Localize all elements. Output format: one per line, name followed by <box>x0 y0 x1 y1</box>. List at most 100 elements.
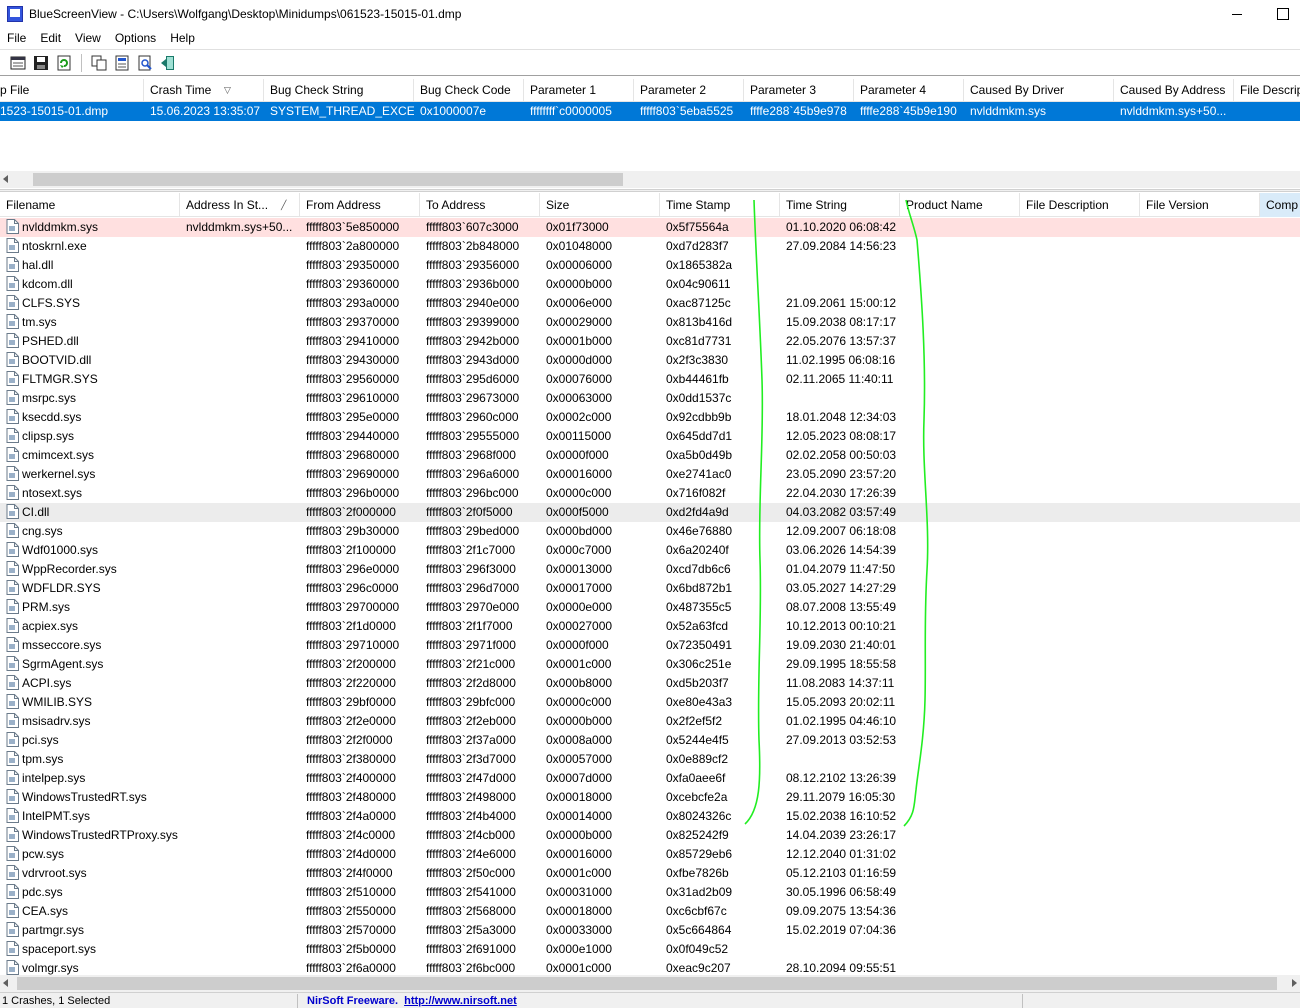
driver-row[interactable]: ntoskrnl.exe fffff803`2a800000 fffff803`2b… <box>0 237 1300 256</box>
menu-view[interactable]: View <box>68 31 108 45</box>
col-to-address[interactable]: To Address <box>420 193 540 217</box>
driver-row[interactable]: cng.sys fffff803`29b30000 fffff803`29bed00… <box>0 522 1300 541</box>
col-bug-check-string[interactable]: Bug Check String <box>264 79 414 102</box>
cell-from-address: fffff803`29360000 <box>306 277 400 291</box>
col-caused-by-driver[interactable]: Caused By Driver <box>964 79 1114 102</box>
driver-row[interactable]: pcw.sys fffff803`2f4d0000 fffff803`2f4e600… <box>0 845 1300 864</box>
col-company[interactable]: Comp <box>1260 193 1300 217</box>
col-dump-file[interactable]: p File <box>0 79 144 102</box>
col-file-version[interactable]: File Version <box>1140 193 1260 217</box>
driver-row[interactable]: WDFLDR.SYS fffff803`296c0000 fffff803`296d… <box>0 579 1300 598</box>
col-filename[interactable]: Filename <box>0 193 180 217</box>
driver-row[interactable]: msseccore.sys fffff803`29710000 fffff803`2… <box>0 636 1300 655</box>
driver-row[interactable]: msrpc.sys fffff803`29610000 fffff803`29673… <box>0 389 1300 408</box>
cell-to-address: fffff803`2971f000 <box>426 638 516 652</box>
minimize-button[interactable] <box>1214 0 1260 28</box>
col-size[interactable]: Size <box>540 193 660 217</box>
driver-row[interactable]: PSHED.dll fffff803`29410000 fffff803`2942b… <box>0 332 1300 351</box>
lower-horizontal-scrollbar[interactable] <box>0 975 1300 992</box>
driver-row[interactable]: partmgr.sys fffff803`2f570000 fffff803`2f5… <box>0 921 1300 940</box>
driver-row[interactable]: nvlddmkm.sys nvlddmkm.sys+50... fffff803`5… <box>0 218 1300 237</box>
crash-dump-row[interactable]: 1523-15015-01.dmp 15.06.2023 13:35:07 SY… <box>0 102 1300 121</box>
col-parameter-1[interactable]: Parameter 1 <box>524 79 634 102</box>
driver-row[interactable]: werkernel.sys fffff803`29690000 fffff803`2… <box>0 465 1300 484</box>
col-parameter-2[interactable]: Parameter 2 <box>634 79 744 102</box>
driver-row[interactable]: vdrvroot.sys fffff803`2f4f0000 fffff803`2f… <box>0 864 1300 883</box>
driver-row[interactable]: cmimcext.sys fffff803`29680000 fffff803`29… <box>0 446 1300 465</box>
driver-row[interactable]: CEA.sys fffff803`2f550000 fffff803`2f56800… <box>0 902 1300 921</box>
driver-row[interactable]: acpiex.sys fffff803`2f1d0000 fffff803`2f1f… <box>0 617 1300 636</box>
col-time-stamp[interactable]: Time Stamp <box>660 193 780 217</box>
col-address-in-stack[interactable]: Address In St... ╱ <box>180 193 300 217</box>
driver-row[interactable]: FLTMGR.SYS fffff803`29560000 fffff803`295d… <box>0 370 1300 389</box>
driver-row[interactable]: kdcom.dll fffff803`29360000 fffff803`2936b… <box>0 275 1300 294</box>
driver-row[interactable]: CI.dll fffff803`2f000000 fffff803`2f0f5000… <box>0 503 1300 522</box>
maximize-button[interactable] <box>1260 0 1300 28</box>
driver-row[interactable]: WindowsTrustedRTProxy.sys fffff803`2f4c00… <box>0 826 1300 845</box>
menu-options[interactable]: Options <box>108 31 163 45</box>
col-parameter-4[interactable]: Parameter 4 <box>854 79 964 102</box>
filename-label: intelpep.sys <box>22 771 86 785</box>
driver-row[interactable]: intelpep.sys fffff803`2f400000 fffff803`2f… <box>0 769 1300 788</box>
cell-time-string: 27.09.2013 03:52:53 <box>786 733 897 747</box>
cell-filename: PSHED.dll <box>0 332 180 351</box>
driver-row[interactable]: WMILIB.SYS fffff803`29bf0000 fffff803`29bf… <box>0 693 1300 712</box>
driver-row[interactable]: ACPI.sys fffff803`2f220000 fffff803`2f2d80… <box>0 674 1300 693</box>
col-parameter-3[interactable]: Parameter 3 <box>744 79 854 102</box>
filename-label: pdc.sys <box>22 885 63 899</box>
scroll-left-icon[interactable] <box>3 979 8 987</box>
cell-to-address: fffff803`29399000 <box>426 315 520 329</box>
cell-address-in-stack <box>180 636 300 655</box>
filename-label: pci.sys <box>22 733 59 747</box>
copy-icon[interactable] <box>91 55 107 71</box>
col-caused-by-address[interactable]: Caused By Address <box>1114 79 1234 102</box>
col-crash-time[interactable]: Crash Time ▽ <box>144 79 264 102</box>
menu-file[interactable]: File <box>0 31 33 45</box>
scroll-left-icon[interactable] <box>3 175 8 183</box>
driver-row[interactable]: WindowsTrustedRT.sys fffff803`2f480000 fff… <box>0 788 1300 807</box>
driver-row[interactable]: pci.sys fffff803`2f2f0000 fffff803`2f37a00… <box>0 731 1300 750</box>
driver-row[interactable]: PRM.sys fffff803`29700000 fffff803`2970e00… <box>0 598 1300 617</box>
driver-row[interactable]: clipsp.sys fffff803`29440000 fffff803`2955… <box>0 427 1300 446</box>
col-from-address[interactable]: From Address <box>300 193 420 217</box>
driver-row[interactable]: tpm.sys fffff803`2f380000 fffff803`2f3d700… <box>0 750 1300 769</box>
driver-row[interactable]: Wdf01000.sys fffff803`2f100000 fffff803`2f… <box>0 541 1300 560</box>
pane-splitter[interactable] <box>0 189 1300 192</box>
driver-row[interactable]: SgrmAgent.sys fffff803`2f200000 fffff803`2… <box>0 655 1300 674</box>
refresh-icon[interactable] <box>56 55 72 71</box>
scrollbar-thumb[interactable] <box>33 173 623 186</box>
driver-row[interactable]: hal.dll fffff803`29350000 fffff803`2935600… <box>0 256 1300 275</box>
driver-row[interactable]: WppRecorder.sys fffff803`296e0000 fffff803… <box>0 560 1300 579</box>
nirsoft-link[interactable]: NirSoft Freeware. http://www.nirsoft.net <box>307 995 517 1007</box>
driver-row[interactable]: IntelPMT.sys fffff803`2f4a0000 fffff803`2f… <box>0 807 1300 826</box>
html-report-icon[interactable] <box>114 55 130 71</box>
col-bug-check-code[interactable]: Bug Check Code <box>414 79 524 102</box>
driver-row[interactable]: BOOTVID.dll fffff803`29430000 fffff803`294… <box>0 351 1300 370</box>
nirsoft-url[interactable]: http://www.nirsoft.net <box>404 995 517 1007</box>
driver-row[interactable]: ksecdd.sys fffff803`295e0000 fffff803`2960… <box>0 408 1300 427</box>
cell-address-in-stack <box>180 655 300 674</box>
driver-row[interactable]: tm.sys fffff803`29370000 fffff803`29399000… <box>0 313 1300 332</box>
filename-label: clipsp.sys <box>22 429 75 443</box>
properties-icon[interactable] <box>10 55 26 71</box>
save-icon[interactable] <box>33 55 49 71</box>
col-file-description[interactable]: File Descrip <box>1234 79 1300 102</box>
menu-help[interactable]: Help <box>163 31 202 45</box>
scroll-right-icon[interactable] <box>1292 979 1297 987</box>
cell-to-address: fffff803`2f498000 <box>426 790 516 804</box>
driver-row[interactable]: CLFS.SYS fffff803`293a0000 fffff803`2940e0… <box>0 294 1300 313</box>
col-file-description[interactable]: File Description <box>1020 193 1140 217</box>
driver-row[interactable]: volmgr.sys fffff803`2f6a0000 fffff803`2f6b… <box>0 959 1300 975</box>
driver-row[interactable]: msisadrv.sys fffff803`2f2e0000 fffff803`2f… <box>0 712 1300 731</box>
upper-horizontal-scrollbar[interactable] <box>0 171 1300 188</box>
cell-to-address: fffff803`2f4cb000 <box>426 828 516 842</box>
scrollbar-thumb[interactable] <box>17 977 1277 990</box>
driver-row[interactable]: pdc.sys fffff803`2f510000 fffff803`2f54100… <box>0 883 1300 902</box>
menu-edit[interactable]: Edit <box>33 31 68 45</box>
driver-row[interactable]: ntosext.sys fffff803`296b0000 fffff803`296… <box>0 484 1300 503</box>
col-time-string[interactable]: Time String <box>780 193 900 217</box>
col-product-name[interactable]: Product Name <box>900 193 1020 217</box>
driver-row[interactable]: spaceport.sys fffff803`2f5b0000 fffff803`2… <box>0 940 1300 959</box>
exit-icon[interactable] <box>160 55 176 71</box>
find-icon[interactable] <box>137 55 153 71</box>
